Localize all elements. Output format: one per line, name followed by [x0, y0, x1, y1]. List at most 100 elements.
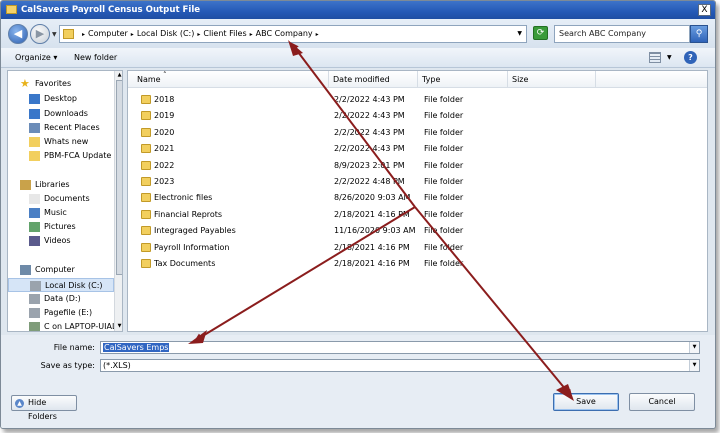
- nav-item-label: Pictures: [44, 222, 76, 231]
- breadcrumb-item[interactable]: ABC Company: [256, 29, 313, 38]
- nav-scrollbar[interactable]: ▲ ▼: [114, 71, 122, 331]
- nav-item-downloads[interactable]: Downloads: [8, 107, 114, 121]
- breadcrumb-separator-icon[interactable]: ▸: [82, 31, 85, 38]
- breadcrumb-item[interactable]: Computer: [88, 29, 128, 38]
- sort-ascending-icon: ˄: [163, 71, 167, 79]
- scrollbar-thumb[interactable]: [116, 80, 122, 275]
- search-input[interactable]: Search ABC Company: [554, 25, 690, 43]
- file-row[interactable]: 2023 2/2/2022 4:48 PM File folder: [128, 174, 707, 189]
- computer-icon: [20, 265, 31, 275]
- breadcrumb-separator-icon[interactable]: ▸: [316, 31, 319, 38]
- file-name-cell: 2022: [154, 160, 175, 170]
- help-icon[interactable]: ?: [684, 51, 697, 64]
- scroll-down-icon[interactable]: ▼: [115, 322, 122, 331]
- breadcrumb-separator-icon[interactable]: ▸: [197, 31, 200, 38]
- nav-item-label: Music: [44, 208, 67, 217]
- save-as-type-select[interactable]: (*.XLS) ▼: [100, 359, 700, 372]
- window-title: CalSavers Payroll Census Output File: [21, 5, 201, 15]
- save-button[interactable]: Save: [553, 393, 619, 411]
- drive-icon: [29, 294, 40, 304]
- nav-item-label: Computer: [35, 265, 75, 274]
- date-modified-cell: 2/2/2022 4:43 PM: [334, 111, 405, 121]
- nav-item-label: Local Disk (C:): [45, 281, 103, 290]
- nav-item-label: Whats new: [44, 137, 89, 146]
- forward-button[interactable]: ▶: [30, 24, 50, 44]
- nav-item-desktop[interactable]: Desktop: [8, 92, 114, 106]
- search-icon[interactable]: ⚲: [690, 25, 708, 43]
- hide-folders-button[interactable]: ▲ Hide Folders: [11, 395, 77, 421]
- folder-icon: [141, 209, 151, 219]
- new-folder-button[interactable]: New folder: [74, 51, 117, 65]
- nav-item-favorites[interactable]: ★ Favorites: [8, 77, 114, 91]
- back-button[interactable]: ◀: [8, 24, 28, 44]
- nav-item-videos[interactable]: Videos: [8, 234, 114, 248]
- column-size[interactable]: Size: [508, 71, 596, 88]
- breadcrumb: ▸ Computer ▸ Local Disk (C:) ▸ Client Files ▸ A…: [82, 26, 322, 42]
- file-row[interactable]: Financial Reprots 2/18/2021 4:16 PM File f…: [128, 207, 707, 222]
- file-row[interactable]: Electronic files 8/26/2020 9:03 AM File fo…: [128, 190, 707, 205]
- hide-folders-label: Hide Folders: [28, 398, 57, 421]
- nav-item-pictures[interactable]: Pictures: [8, 220, 114, 234]
- file-row[interactable]: Payroll Information 2/18/2021 4:16 PM File…: [128, 240, 707, 255]
- nav-item-pagefile-e[interactable]: Pagefile (E:): [8, 306, 114, 320]
- column-date-modified[interactable]: Date modified: [329, 71, 418, 88]
- file-list: Name ˄ Date modified Type Size 2018 2/2/2…: [127, 70, 708, 332]
- folder-icon: [29, 151, 40, 161]
- date-modified-cell: 2/2/2022 4:48 PM: [334, 177, 405, 186]
- views-icon[interactable]: [649, 52, 661, 63]
- chevron-down-icon[interactable]: ▼: [517, 30, 522, 37]
- cancel-button[interactable]: Cancel: [629, 393, 695, 411]
- chevron-down-icon[interactable]: ▼: [689, 342, 699, 353]
- nav-item-music[interactable]: Music: [8, 206, 114, 220]
- close-button[interactable]: X: [698, 4, 711, 16]
- file-row[interactable]: 2018 2/2/2022 4:43 PM File folder: [128, 92, 707, 107]
- file-row[interactable]: 2022 8/9/2023 2:01 PM File folder: [128, 158, 707, 173]
- save-options-panel: File name: CalSavers Emps ▼ Save as type…: [1, 335, 715, 428]
- navigation-pane: ★ Favorites Desktop Downloads Recent Places W…: [7, 70, 123, 332]
- app-icon: [6, 5, 17, 14]
- refresh-button[interactable]: ⟳: [533, 26, 548, 40]
- chevron-down-icon[interactable]: ▼: [689, 360, 699, 371]
- nav-item-documents[interactable]: Documents: [8, 192, 114, 206]
- nav-item-libraries[interactable]: Libraries: [8, 178, 114, 192]
- nav-item-pbm-fca-update[interactable]: PBM-FCA Update: [8, 149, 114, 163]
- date-modified-cell: 2/18/2021 4:16 PM: [334, 209, 410, 219]
- nav-item-whats-new[interactable]: Whats new: [8, 135, 114, 149]
- date-modified-cell: 8/26/2020 9:03 AM: [334, 193, 411, 203]
- nav-item-label: Documents: [44, 194, 90, 203]
- file-row[interactable]: 2021 2/2/2022 4:43 PM File folder: [128, 141, 707, 156]
- drive-icon: [30, 281, 41, 291]
- organize-menu[interactable]: Organize ▾: [15, 51, 57, 65]
- videos-icon: [29, 236, 40, 246]
- music-icon: [29, 208, 40, 218]
- scroll-up-icon[interactable]: ▲: [115, 71, 122, 80]
- file-row[interactable]: 2020 2/2/2022 4:43 PM File folder: [128, 125, 707, 140]
- views-dropdown-icon[interactable]: ▼: [667, 54, 672, 61]
- nav-item-label: Recent Places: [44, 123, 100, 132]
- file-name-field[interactable]: CalSavers Emps ▼: [100, 341, 700, 354]
- column-type[interactable]: Type: [418, 71, 508, 88]
- recent-pages-dropdown-icon[interactable]: ▼: [52, 31, 57, 38]
- breadcrumb-item[interactable]: Client Files: [203, 29, 246, 38]
- nav-item-c-on-laptop-uial[interactable]: C on LAPTOP-UIAL: [8, 320, 116, 331]
- breadcrumb-item[interactable]: Local Disk (C:): [137, 29, 195, 38]
- date-modified-cell: 2/2/2022 4:43 PM: [334, 144, 405, 154]
- desktop-icon: [29, 94, 40, 104]
- nav-item-recent-places[interactable]: Recent Places: [8, 121, 114, 135]
- downloads-icon: [29, 109, 40, 119]
- file-row[interactable]: Integraged Payables 11/16/2020 9:03 AM Fil…: [128, 223, 707, 238]
- file-name-cell: Tax Documents: [154, 259, 216, 268]
- file-row[interactable]: 2019 2/2/2022 4:43 PM File folder: [128, 108, 707, 123]
- nav-item-local-disk-c[interactable]: Local Disk (C:): [8, 278, 114, 292]
- breadcrumb-separator-icon[interactable]: ▸: [250, 31, 253, 38]
- breadcrumb-separator-icon[interactable]: ▸: [131, 31, 134, 38]
- file-row[interactable]: Tax Documents 2/18/2021 4:16 PM File folde…: [128, 256, 707, 271]
- chevron-up-icon: ▲: [15, 399, 24, 408]
- nav-item-label: Favorites: [35, 79, 72, 88]
- nav-item-label: Videos: [44, 236, 71, 245]
- nav-item-computer[interactable]: Computer: [8, 263, 114, 277]
- column-name[interactable]: Name ˄: [133, 71, 329, 88]
- date-modified-cell: 2/18/2021 4:16 PM: [334, 242, 410, 252]
- nav-item-data-d[interactable]: Data (D:): [8, 292, 114, 306]
- address-bar[interactable]: ▸ Computer ▸ Local Disk (C:) ▸ Client Files ▸ A…: [59, 25, 527, 43]
